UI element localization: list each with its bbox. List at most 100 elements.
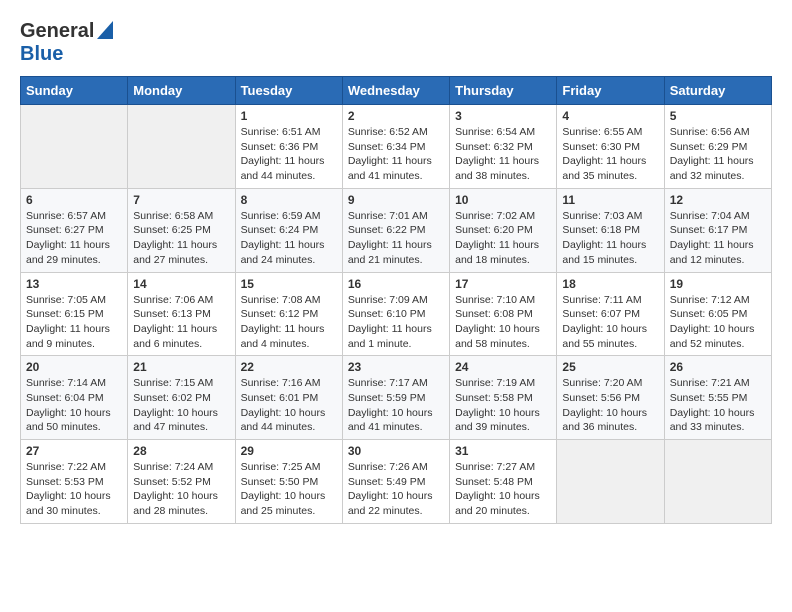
calendar-cell: 12 Sunrise: 7:04 AM Sunset: 6:17 PM Dayl… [664,188,771,272]
day-sunrise: Sunrise: 7:08 AM [241,293,337,308]
day-sunrise: Sunrise: 7:19 AM [455,376,551,391]
day-daylight: Daylight: 10 hours and 41 minutes. [348,406,444,435]
day-number: 31 [455,444,551,458]
day-sunrise: Sunrise: 7:24 AM [133,460,229,475]
day-sunset: Sunset: 5:55 PM [670,391,766,406]
day-sunrise: Sunrise: 7:05 AM [26,293,122,308]
day-daylight: Daylight: 11 hours and 24 minutes. [241,238,337,267]
day-number: 15 [241,277,337,291]
day-sunrise: Sunrise: 7:22 AM [26,460,122,475]
day-daylight: Daylight: 11 hours and 1 minute. [348,322,444,351]
day-sunrise: Sunrise: 7:03 AM [562,209,658,224]
day-sunrise: Sunrise: 7:04 AM [670,209,766,224]
calendar-cell: 5 Sunrise: 6:56 AM Sunset: 6:29 PM Dayli… [664,105,771,189]
calendar-cell: 8 Sunrise: 6:59 AM Sunset: 6:24 PM Dayli… [235,188,342,272]
day-sunset: Sunset: 6:07 PM [562,307,658,322]
logo: General Blue [20,20,113,66]
day-sunset: Sunset: 5:48 PM [455,475,551,490]
day-number: 24 [455,360,551,374]
day-daylight: Daylight: 10 hours and 52 minutes. [670,322,766,351]
day-daylight: Daylight: 11 hours and 27 minutes. [133,238,229,267]
day-daylight: Daylight: 11 hours and 4 minutes. [241,322,337,351]
calendar-cell: 3 Sunrise: 6:54 AM Sunset: 6:32 PM Dayli… [450,105,557,189]
day-sunset: Sunset: 6:34 PM [348,140,444,155]
day-daylight: Daylight: 11 hours and 21 minutes. [348,238,444,267]
calendar-cell: 24 Sunrise: 7:19 AM Sunset: 5:58 PM Dayl… [450,356,557,440]
day-number: 19 [670,277,766,291]
day-sunrise: Sunrise: 7:20 AM [562,376,658,391]
day-sunrise: Sunrise: 7:15 AM [133,376,229,391]
calendar-cell: 11 Sunrise: 7:03 AM Sunset: 6:18 PM Dayl… [557,188,664,272]
day-number: 3 [455,109,551,123]
day-number: 1 [241,109,337,123]
day-number: 10 [455,193,551,207]
day-number: 12 [670,193,766,207]
calendar-cell: 6 Sunrise: 6:57 AM Sunset: 6:27 PM Dayli… [21,188,128,272]
calendar-cell: 13 Sunrise: 7:05 AM Sunset: 6:15 PM Dayl… [21,272,128,356]
day-sunrise: Sunrise: 6:51 AM [241,125,337,140]
day-number: 28 [133,444,229,458]
calendar-week-row: 1 Sunrise: 6:51 AM Sunset: 6:36 PM Dayli… [21,105,772,189]
day-daylight: Daylight: 10 hours and 55 minutes. [562,322,658,351]
calendar-cell: 1 Sunrise: 6:51 AM Sunset: 6:36 PM Dayli… [235,105,342,189]
day-sunset: Sunset: 6:12 PM [241,307,337,322]
day-daylight: Daylight: 10 hours and 30 minutes. [26,489,122,518]
day-sunrise: Sunrise: 7:01 AM [348,209,444,224]
column-header-monday: Monday [128,77,235,105]
day-sunset: Sunset: 6:05 PM [670,307,766,322]
day-number: 4 [562,109,658,123]
day-number: 21 [133,360,229,374]
calendar-cell: 4 Sunrise: 6:55 AM Sunset: 6:30 PM Dayli… [557,105,664,189]
day-sunset: Sunset: 6:15 PM [26,307,122,322]
day-sunrise: Sunrise: 6:55 AM [562,125,658,140]
logo-general-text: General [20,20,94,43]
day-number: 16 [348,277,444,291]
day-daylight: Daylight: 10 hours and 33 minutes. [670,406,766,435]
day-daylight: Daylight: 10 hours and 39 minutes. [455,406,551,435]
calendar-cell: 20 Sunrise: 7:14 AM Sunset: 6:04 PM Dayl… [21,356,128,440]
column-header-saturday: Saturday [664,77,771,105]
day-daylight: Daylight: 11 hours and 18 minutes. [455,238,551,267]
day-daylight: Daylight: 10 hours and 20 minutes. [455,489,551,518]
day-sunrise: Sunrise: 6:58 AM [133,209,229,224]
day-sunrise: Sunrise: 7:17 AM [348,376,444,391]
calendar-week-row: 13 Sunrise: 7:05 AM Sunset: 6:15 PM Dayl… [21,272,772,356]
calendar-cell: 29 Sunrise: 7:25 AM Sunset: 5:50 PM Dayl… [235,440,342,524]
day-daylight: Daylight: 11 hours and 12 minutes. [670,238,766,267]
day-daylight: Daylight: 10 hours and 28 minutes. [133,489,229,518]
day-sunrise: Sunrise: 7:14 AM [26,376,122,391]
day-sunset: Sunset: 6:02 PM [133,391,229,406]
day-sunset: Sunset: 6:04 PM [26,391,122,406]
calendar-cell [21,105,128,189]
day-number: 22 [241,360,337,374]
day-number: 23 [348,360,444,374]
logo-triangle-icon [97,21,113,44]
day-number: 9 [348,193,444,207]
day-daylight: Daylight: 11 hours and 41 minutes. [348,154,444,183]
day-sunrise: Sunrise: 7:16 AM [241,376,337,391]
day-number: 20 [26,360,122,374]
day-sunset: Sunset: 6:20 PM [455,223,551,238]
calendar-cell: 19 Sunrise: 7:12 AM Sunset: 6:05 PM Dayl… [664,272,771,356]
column-header-friday: Friday [557,77,664,105]
day-number: 29 [241,444,337,458]
day-number: 14 [133,277,229,291]
day-number: 26 [670,360,766,374]
calendar-cell: 21 Sunrise: 7:15 AM Sunset: 6:02 PM Dayl… [128,356,235,440]
day-number: 25 [562,360,658,374]
calendar-cell: 16 Sunrise: 7:09 AM Sunset: 6:10 PM Dayl… [342,272,449,356]
day-daylight: Daylight: 10 hours and 50 minutes. [26,406,122,435]
day-sunrise: Sunrise: 7:12 AM [670,293,766,308]
day-daylight: Daylight: 11 hours and 15 minutes. [562,238,658,267]
day-number: 7 [133,193,229,207]
day-sunset: Sunset: 5:53 PM [26,475,122,490]
day-daylight: Daylight: 11 hours and 29 minutes. [26,238,122,267]
calendar-cell: 14 Sunrise: 7:06 AM Sunset: 6:13 PM Dayl… [128,272,235,356]
day-sunset: Sunset: 6:36 PM [241,140,337,155]
day-daylight: Daylight: 11 hours and 38 minutes. [455,154,551,183]
day-daylight: Daylight: 11 hours and 35 minutes. [562,154,658,183]
calendar-cell [664,440,771,524]
day-sunset: Sunset: 6:27 PM [26,223,122,238]
day-number: 30 [348,444,444,458]
day-daylight: Daylight: 10 hours and 25 minutes. [241,489,337,518]
